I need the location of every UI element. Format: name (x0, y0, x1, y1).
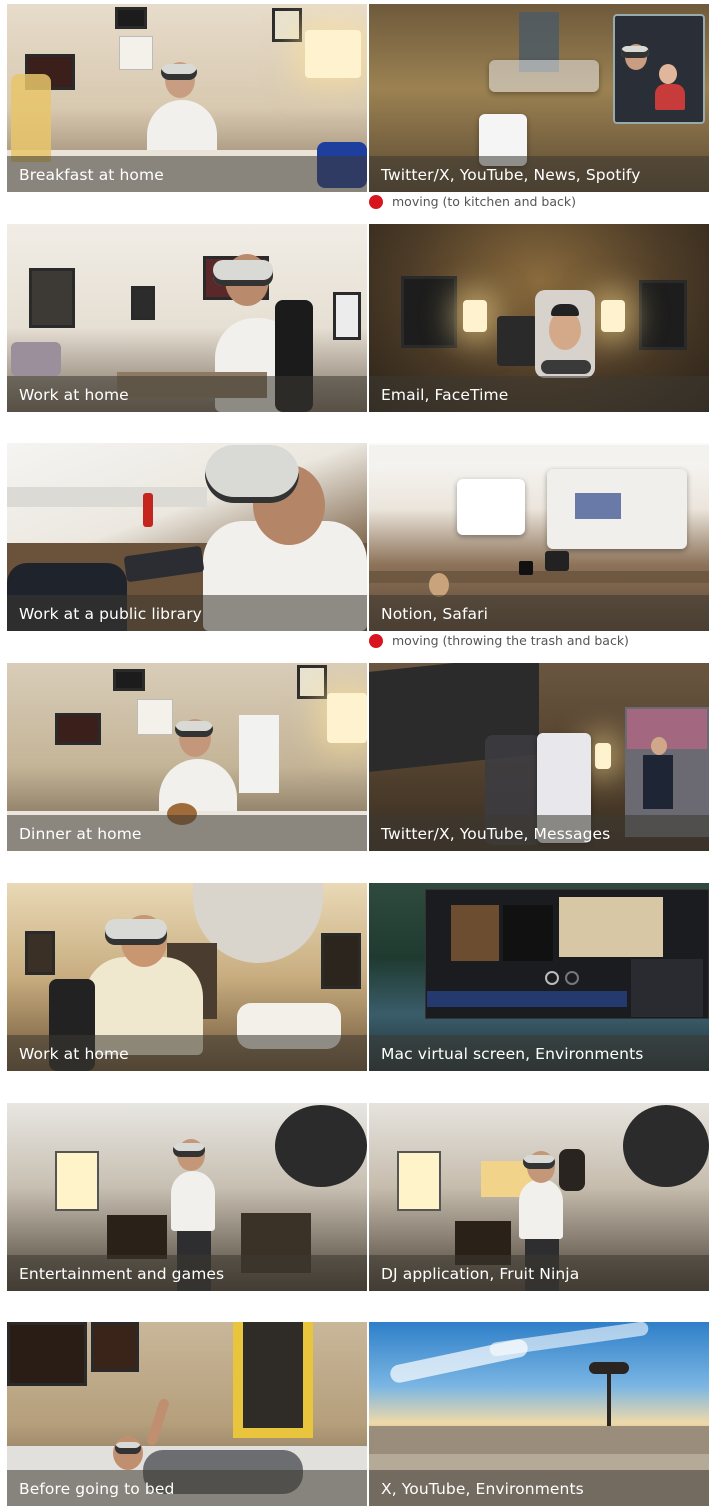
photo-entertainment-and-games: Entertainment and games (7, 1103, 367, 1291)
red-dot-icon (369, 194, 383, 209)
moving-note-1: moving (to kitchen and back) (369, 194, 576, 209)
photo-dj-application-fruit-ninja: DJ application, Fruit Ninja (369, 1103, 709, 1291)
caption-x-youtube-environments: X, YouTube, Environments (381, 1480, 584, 1498)
caption-notion-safari: Notion, Safari (381, 605, 488, 623)
caption-mac-virtual-screen-environments: Mac virtual screen, Environments (381, 1045, 644, 1063)
moving-note-1-text: moving (to kitchen and back) (392, 194, 576, 209)
photo-breakfast-at-home: Breakfast at home (7, 4, 367, 192)
caption-email-facetime: Email, FaceTime (381, 386, 509, 404)
photo-x-youtube-environments: X, YouTube, Environments (369, 1322, 709, 1506)
caption-before-going-to-bed: Before going to bed (19, 1480, 175, 1498)
caption-dj-application-fruit-ninja: DJ application, Fruit Ninja (381, 1265, 580, 1283)
caption-work-at-a-public-library: Work at a public library (19, 605, 202, 623)
caption-work-at-home: Work at home (19, 386, 129, 404)
moving-note-2-text: moving (throwing the trash and back) (392, 633, 629, 648)
photo-twitter-youtube-messages: Twitter/X, YouTube, Messages (369, 663, 709, 851)
photo-twitter-youtube-news-spotify: Twitter/X, YouTube, News, Spotify (369, 4, 709, 192)
photo-email-facetime: Email, FaceTime (369, 224, 709, 412)
photo-mac-virtual-screen-environments: Mac virtual screen, Environments (369, 883, 709, 1071)
caption-twitter-youtube-messages: Twitter/X, YouTube, Messages (381, 825, 611, 843)
caption-work-at-home-2: Work at home (19, 1045, 129, 1063)
photo-dinner-at-home: Dinner at home (7, 663, 367, 851)
photo-work-at-a-public-library: Work at a public library (7, 443, 367, 631)
photo-work-at-home-2: Work at home (7, 883, 367, 1071)
caption-breakfast-at-home: Breakfast at home (19, 166, 164, 184)
photo-work-at-home: Work at home (7, 224, 367, 412)
caption-twitter-youtube-news-spotify: Twitter/X, YouTube, News, Spotify (381, 166, 641, 184)
photo-before-going-to-bed: Before going to bed (7, 1322, 367, 1506)
photo-notion-safari: Notion, Safari (369, 443, 709, 631)
red-dot-icon (369, 633, 383, 648)
caption-dinner-at-home: Dinner at home (19, 825, 142, 843)
caption-entertainment-and-games: Entertainment and games (19, 1265, 225, 1283)
moving-note-2: moving (throwing the trash and back) (369, 633, 629, 648)
